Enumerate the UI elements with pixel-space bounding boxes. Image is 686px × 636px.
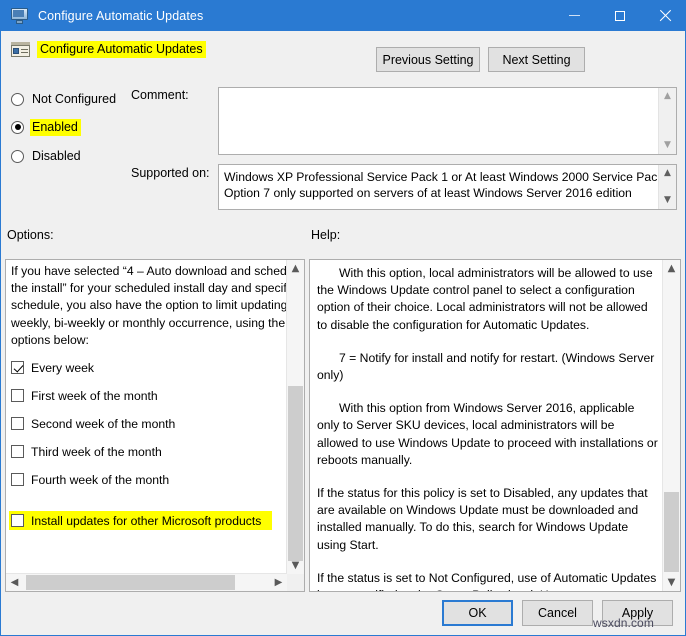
- options-vscroll-thumb[interactable]: [288, 386, 303, 561]
- options-panel: If you have selected “4 – Auto download …: [5, 259, 305, 592]
- checkbox-box-install-other-microsoft-products: [11, 514, 24, 528]
- cancel-button[interactable]: Cancel: [522, 600, 593, 626]
- scrollbar-corner: [287, 574, 304, 591]
- options-content: If you have selected “4 – Auto download …: [6, 260, 287, 574]
- scroll-down-icon[interactable]: ▼: [659, 192, 676, 209]
- comment-scrollbar[interactable]: ▲ ▼: [658, 88, 676, 154]
- checkbox-every-week[interactable]: Every week: [11, 358, 287, 377]
- scroll-up-icon[interactable]: ▲: [659, 88, 676, 105]
- setting-header: Configure Automatic Updates: [11, 40, 206, 58]
- radio-disabled[interactable]: Disabled: [11, 146, 84, 166]
- configure-automatic-updates-dialog: Configure Automatic Updates Configure Au…: [0, 0, 686, 636]
- help-panel: With this option, local administrators w…: [309, 259, 681, 592]
- options-intro-line: If you have selected “4 – Auto download …: [11, 264, 287, 278]
- checkbox-box-fourth-week: [11, 473, 24, 487]
- scroll-down-icon[interactable]: ▼: [659, 137, 676, 154]
- checkbox-box-second-week: [11, 417, 24, 431]
- monitor-policy-icon: [10, 7, 30, 25]
- checkbox-box-first-week: [11, 389, 24, 403]
- scroll-up-icon[interactable]: ▲: [663, 260, 680, 277]
- options-intro-line: weekly, bi-weekly or monthly occurrence,…: [11, 315, 286, 330]
- scroll-up-icon[interactable]: ▲: [287, 260, 304, 277]
- ok-button[interactable]: OK: [442, 600, 513, 626]
- radio-circle-not-configured: [11, 92, 24, 106]
- radio-label-enabled: Enabled: [30, 118, 81, 136]
- options-intro-line: schedule, you also have the option to li…: [11, 298, 287, 313]
- previous-setting-button[interactable]: Previous Setting: [376, 47, 480, 72]
- help-paragraph: If the status is set to Not Configured, …: [317, 570, 657, 591]
- checkbox-second-week[interactable]: Second week of the month: [11, 414, 287, 433]
- maximize-icon[interactable]: [597, 0, 642, 31]
- help-label: Help:: [311, 228, 341, 242]
- radio-label-not-configured: Not Configured: [32, 91, 117, 106]
- watermark: wsxdn.com: [593, 616, 654, 630]
- radio-enabled[interactable]: Enabled: [11, 117, 81, 137]
- comment-label: Comment:: [131, 88, 189, 102]
- setting-name-label: Configure Automatic Updates: [37, 40, 206, 58]
- checkbox-third-week[interactable]: Third week of the month: [11, 442, 287, 461]
- window-controls: [552, 0, 685, 31]
- help-paragraph: With this option, local administrators w…: [317, 266, 653, 332]
- help-vscroll-thumb[interactable]: [664, 492, 679, 572]
- help-paragraph: With this option from Windows Server 201…: [317, 401, 658, 467]
- checkbox-box-every-week: [11, 361, 24, 375]
- checkbox-box-third-week: [11, 445, 24, 459]
- scroll-right-icon[interactable]: ▶: [270, 574, 287, 591]
- checkbox-first-week[interactable]: First week of the month: [11, 386, 287, 405]
- minimize-icon[interactable]: [552, 0, 597, 31]
- window-title: Configure Automatic Updates: [38, 8, 204, 23]
- radio-not-configured[interactable]: Not Configured: [11, 89, 119, 109]
- options-intro-line: options below:: [11, 332, 89, 347]
- checkbox-label-install-other-microsoft-products: Install updates for other Microsoft prod…: [31, 513, 262, 528]
- help-paragraph: 7 = Notify for install and notify for re…: [317, 350, 655, 383]
- checkbox-install-other-microsoft-products[interactable]: Install updates for other Microsoft prod…: [9, 511, 272, 531]
- help-vertical-scrollbar[interactable]: ▲ ▼: [662, 260, 680, 591]
- options-hscroll-thumb[interactable]: [26, 575, 235, 590]
- checkbox-fourth-week[interactable]: Fourth week of the month: [11, 470, 287, 489]
- scroll-left-icon[interactable]: ◀: [6, 574, 23, 591]
- options-label: Options:: [7, 228, 54, 242]
- supported-on-value: Windows XP Professional Service Pack 1 o…: [219, 165, 658, 209]
- options-horizontal-scrollbar[interactable]: ◀ ▶: [6, 573, 287, 591]
- supported-on-line: Windows XP Professional Service Pack 1 o…: [224, 170, 658, 184]
- supported-on-scrollbar[interactable]: ▲ ▼: [658, 165, 676, 209]
- next-setting-button[interactable]: Next Setting: [488, 47, 585, 72]
- radio-circle-disabled: [11, 149, 24, 163]
- help-content: With this option, local administrators w…: [310, 260, 663, 591]
- options-intro-line: the install” for your scheduled install …: [11, 281, 287, 296]
- scroll-up-icon[interactable]: ▲: [659, 165, 676, 182]
- title-bar: Configure Automatic Updates: [1, 0, 685, 31]
- radio-label-disabled: Disabled: [32, 148, 81, 163]
- checkbox-label-every-week: Every week: [31, 360, 94, 375]
- options-vertical-scrollbar[interactable]: ▲ ▼: [286, 260, 304, 574]
- help-text: With this option, local administrators w…: [317, 265, 659, 591]
- scroll-down-icon[interactable]: ▼: [663, 574, 680, 591]
- policy-setting-icon: [11, 40, 30, 58]
- comment-textbox[interactable]: ▲ ▼: [218, 87, 677, 155]
- supported-on-label: Supported on:: [131, 166, 210, 180]
- checkbox-label-second-week: Second week of the month: [31, 416, 176, 431]
- comment-value[interactable]: [219, 88, 658, 154]
- checkbox-label-third-week: Third week of the month: [31, 444, 162, 459]
- supported-on-line: Option 7 only supported on servers of at…: [224, 186, 632, 200]
- options-intro-text: If you have selected “4 – Auto download …: [11, 263, 287, 349]
- checkbox-label-first-week: First week of the month: [31, 388, 158, 403]
- close-icon[interactable]: [642, 0, 685, 31]
- radio-circle-enabled: [11, 120, 24, 134]
- supported-on-textbox[interactable]: Windows XP Professional Service Pack 1 o…: [218, 164, 677, 210]
- scroll-down-icon[interactable]: ▼: [287, 557, 304, 574]
- checkbox-label-fourth-week: Fourth week of the month: [31, 472, 170, 487]
- help-paragraph: If the status for this policy is set to …: [317, 486, 648, 552]
